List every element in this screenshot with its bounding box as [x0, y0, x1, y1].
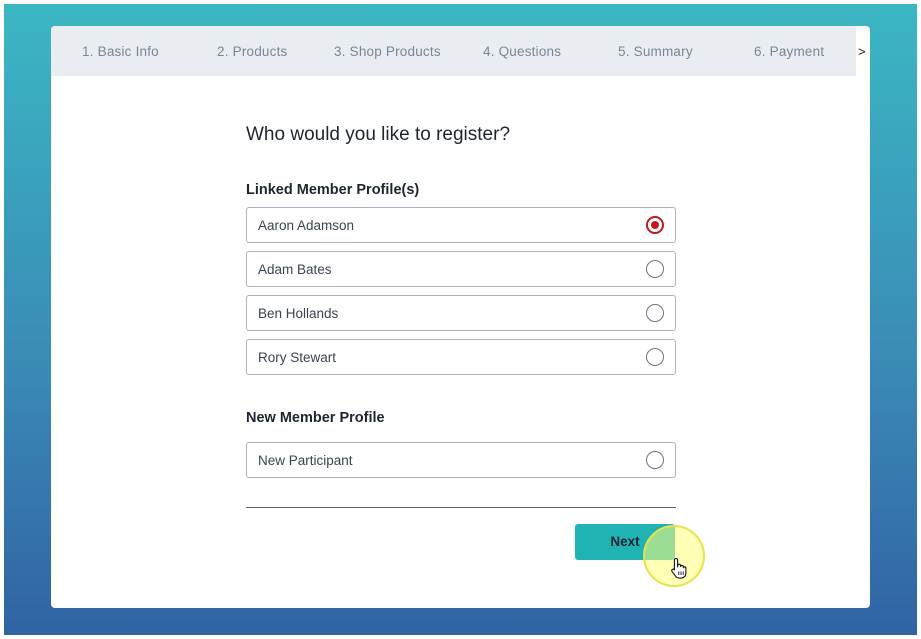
profile-option-rory-stewart[interactable]: Rory Stewart: [246, 339, 676, 375]
hand-pointer-icon: [671, 557, 687, 579]
page-title: Who would you like to register?: [246, 124, 511, 145]
linked-profiles-heading: Linked Member Profile(s): [246, 182, 420, 198]
radio-selected[interactable]: [646, 216, 664, 234]
step-progress-bar: 1. Basic Info 2. Products 3. Shop Produc…: [51, 26, 856, 76]
profile-option-aaron-adamson[interactable]: Aaron Adamson: [246, 207, 676, 243]
radio-unselected[interactable]: [646, 451, 664, 469]
step-products[interactable]: 2. Products: [217, 26, 288, 76]
step-summary[interactable]: 5. Summary: [618, 26, 693, 76]
profile-option-adam-bates[interactable]: Adam Bates: [246, 251, 676, 287]
registration-card: 1. Basic Info 2. Products 3. Shop Produc…: [51, 26, 870, 608]
step-questions[interactable]: 4. Questions: [483, 26, 561, 76]
step-payment[interactable]: 6. Payment: [754, 26, 824, 76]
radio-unselected[interactable]: [646, 260, 664, 278]
option-label: Adam Bates: [258, 262, 332, 277]
step-basic-info[interactable]: 1. Basic Info: [82, 26, 159, 76]
profile-option-new-participant[interactable]: New Participant: [246, 442, 676, 478]
radio-unselected[interactable]: [646, 304, 664, 322]
profile-option-ben-hollands[interactable]: Ben Hollands: [246, 295, 676, 331]
option-label: New Participant: [258, 453, 353, 468]
new-profile-heading: New Member Profile: [246, 410, 385, 426]
steps-more-arrow[interactable]: >: [858, 26, 866, 76]
divider: [246, 507, 676, 508]
step-shop-products[interactable]: 3. Shop Products: [334, 26, 441, 76]
option-label: Rory Stewart: [258, 350, 337, 365]
option-label: Aaron Adamson: [258, 218, 355, 233]
option-label: Ben Hollands: [258, 306, 339, 321]
radio-unselected[interactable]: [646, 348, 664, 366]
